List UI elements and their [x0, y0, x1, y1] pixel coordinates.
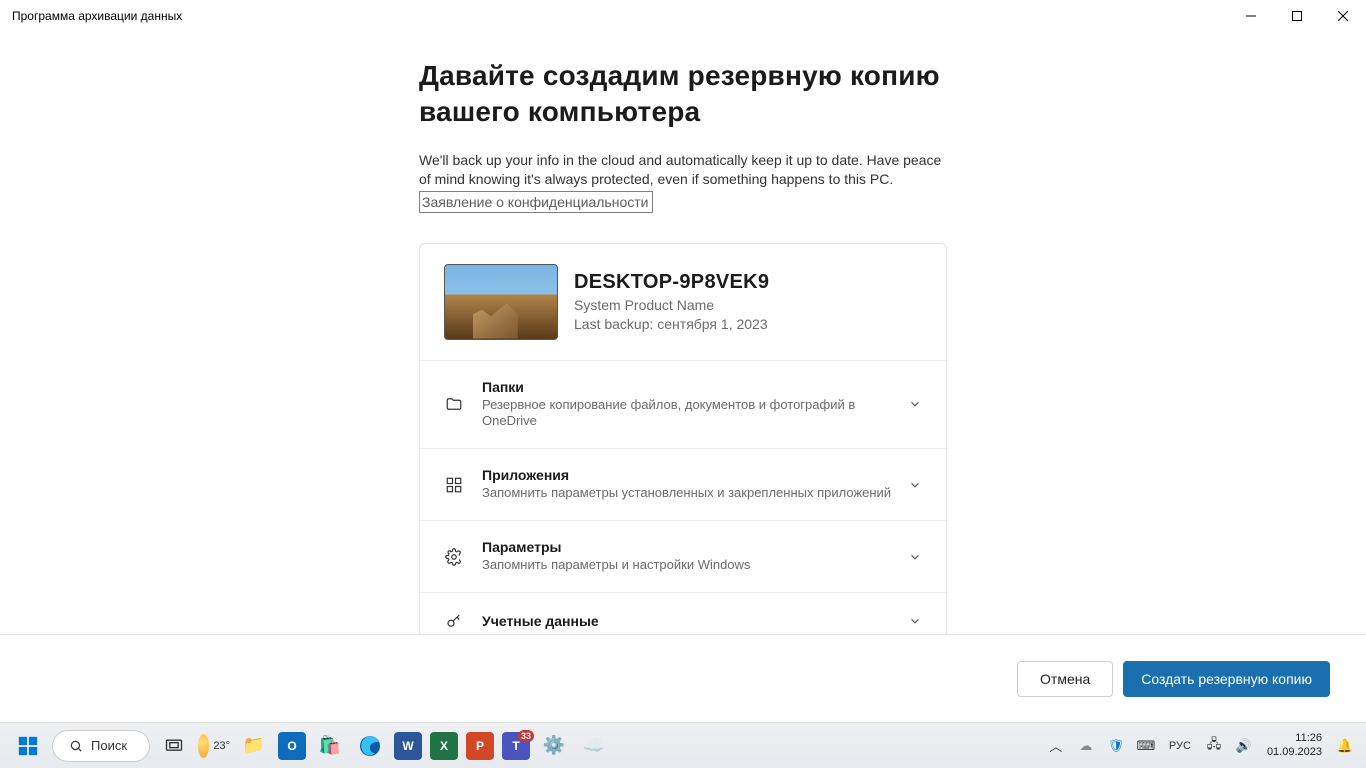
close-button[interactable] [1320, 0, 1366, 32]
start-button[interactable] [12, 730, 44, 762]
app-window: Программа архивации данных Давайте созда… [0, 0, 1366, 722]
chevron-down-icon [908, 397, 922, 411]
option-title: Учетные данные [482, 613, 908, 629]
option-title: Параметры [482, 539, 908, 555]
maximize-button[interactable] [1274, 0, 1320, 32]
option-title: Папки [482, 379, 908, 395]
title-bar: Программа архивации данных [0, 0, 1366, 32]
weather-temp: 23° [213, 740, 230, 752]
gear-icon [444, 547, 464, 567]
key-icon [444, 611, 464, 631]
page-description: We'll back up your info in the cloud and… [419, 151, 947, 189]
option-title: Приложения [482, 467, 908, 483]
backup-card: DESKTOP-9P8VEK9 System Product Name Last… [419, 243, 947, 634]
notifications-icon[interactable]: 🔔 [1334, 735, 1356, 757]
create-backup-button[interactable]: Создать резервную копию [1123, 661, 1330, 697]
chevron-down-icon [908, 550, 922, 564]
file-explorer-icon[interactable]: 📁 [238, 730, 270, 762]
device-wallpaper-thumb [444, 264, 558, 340]
search-icon [69, 739, 83, 753]
weather-widget[interactable]: 23° [198, 730, 230, 762]
option-subtitle: Резервное копирование файлов, документов… [482, 397, 908, 431]
settings-icon[interactable]: ⚙️ [538, 730, 570, 762]
volume-tray-icon[interactable]: 🔊 [1233, 735, 1255, 757]
word-icon[interactable]: W [394, 732, 422, 760]
backup-app-icon[interactable]: ☁️ [578, 730, 610, 762]
option-subtitle: Запомнить параметры и настройки Windows [482, 557, 908, 574]
teams-icon[interactable]: T33 [502, 732, 530, 760]
taskview-icon[interactable] [158, 730, 190, 762]
device-last-backup: Last backup: сентября 1, 2023 [574, 316, 769, 332]
tray-chevron-icon[interactable]: ︿ [1045, 735, 1067, 757]
option-subtitle: Запомнить параметры установленных и закр… [482, 485, 908, 502]
footer-bar: Отмена Создать резервную копию [0, 634, 1366, 722]
window-controls [1228, 0, 1366, 32]
keyboard-tray-icon[interactable]: ⌨ [1135, 735, 1157, 757]
option-apps[interactable]: Приложения Запомнить параметры установле… [420, 448, 946, 520]
apps-icon [444, 475, 464, 495]
device-header: DESKTOP-9P8VEK9 System Product Name Last… [420, 244, 946, 360]
language-indicator[interactable]: РУС [1165, 740, 1195, 752]
clock[interactable]: 11:26 01.09.2023 [1263, 732, 1326, 758]
device-name: DESKTOP-9P8VEK9 [574, 271, 769, 294]
sun-icon [198, 734, 209, 758]
search-label: Поиск [91, 738, 127, 753]
chevron-down-icon [908, 478, 922, 492]
chevron-down-icon [908, 614, 922, 628]
teams-badge: 33 [518, 730, 534, 742]
date-text: 01.09.2023 [1267, 746, 1322, 759]
powerpoint-icon[interactable]: P [466, 732, 494, 760]
taskbar-search[interactable]: Поиск [52, 730, 150, 762]
store-icon[interactable]: 🛍️ [314, 730, 346, 762]
window-title: Программа архивации данных [12, 9, 182, 23]
onedrive-tray-icon[interactable]: ☁ [1075, 735, 1097, 757]
network-tray-icon[interactable]: 🖧 [1203, 735, 1225, 757]
outlook-icon[interactable]: O [278, 732, 306, 760]
privacy-link[interactable]: Заявление о конфиденциальности [419, 191, 653, 213]
security-tray-icon[interactable]: 🛡 [1105, 735, 1127, 757]
option-folders[interactable]: Папки Резервное копирование файлов, доку… [420, 360, 946, 449]
option-settings[interactable]: Параметры Запомнить параметры и настройк… [420, 520, 946, 592]
time-text: 11:26 [1267, 732, 1322, 745]
edge-icon[interactable] [354, 730, 386, 762]
taskbar: Поиск 23° 📁 O 🛍️ W X P T33 ⚙️ ☁️ ︿ ☁ 🛡 ⌨… [0, 722, 1366, 768]
device-product: System Product Name [574, 297, 769, 313]
cancel-button[interactable]: Отмена [1017, 661, 1113, 697]
content-area: Давайте создадим резервную копию вашего … [0, 32, 1366, 634]
folder-icon [444, 394, 464, 414]
minimize-button[interactable] [1228, 0, 1274, 32]
excel-icon[interactable]: X [430, 732, 458, 760]
option-credentials[interactable]: Учетные данные [420, 592, 946, 634]
page-title: Давайте создадим резервную копию вашего … [419, 58, 947, 131]
